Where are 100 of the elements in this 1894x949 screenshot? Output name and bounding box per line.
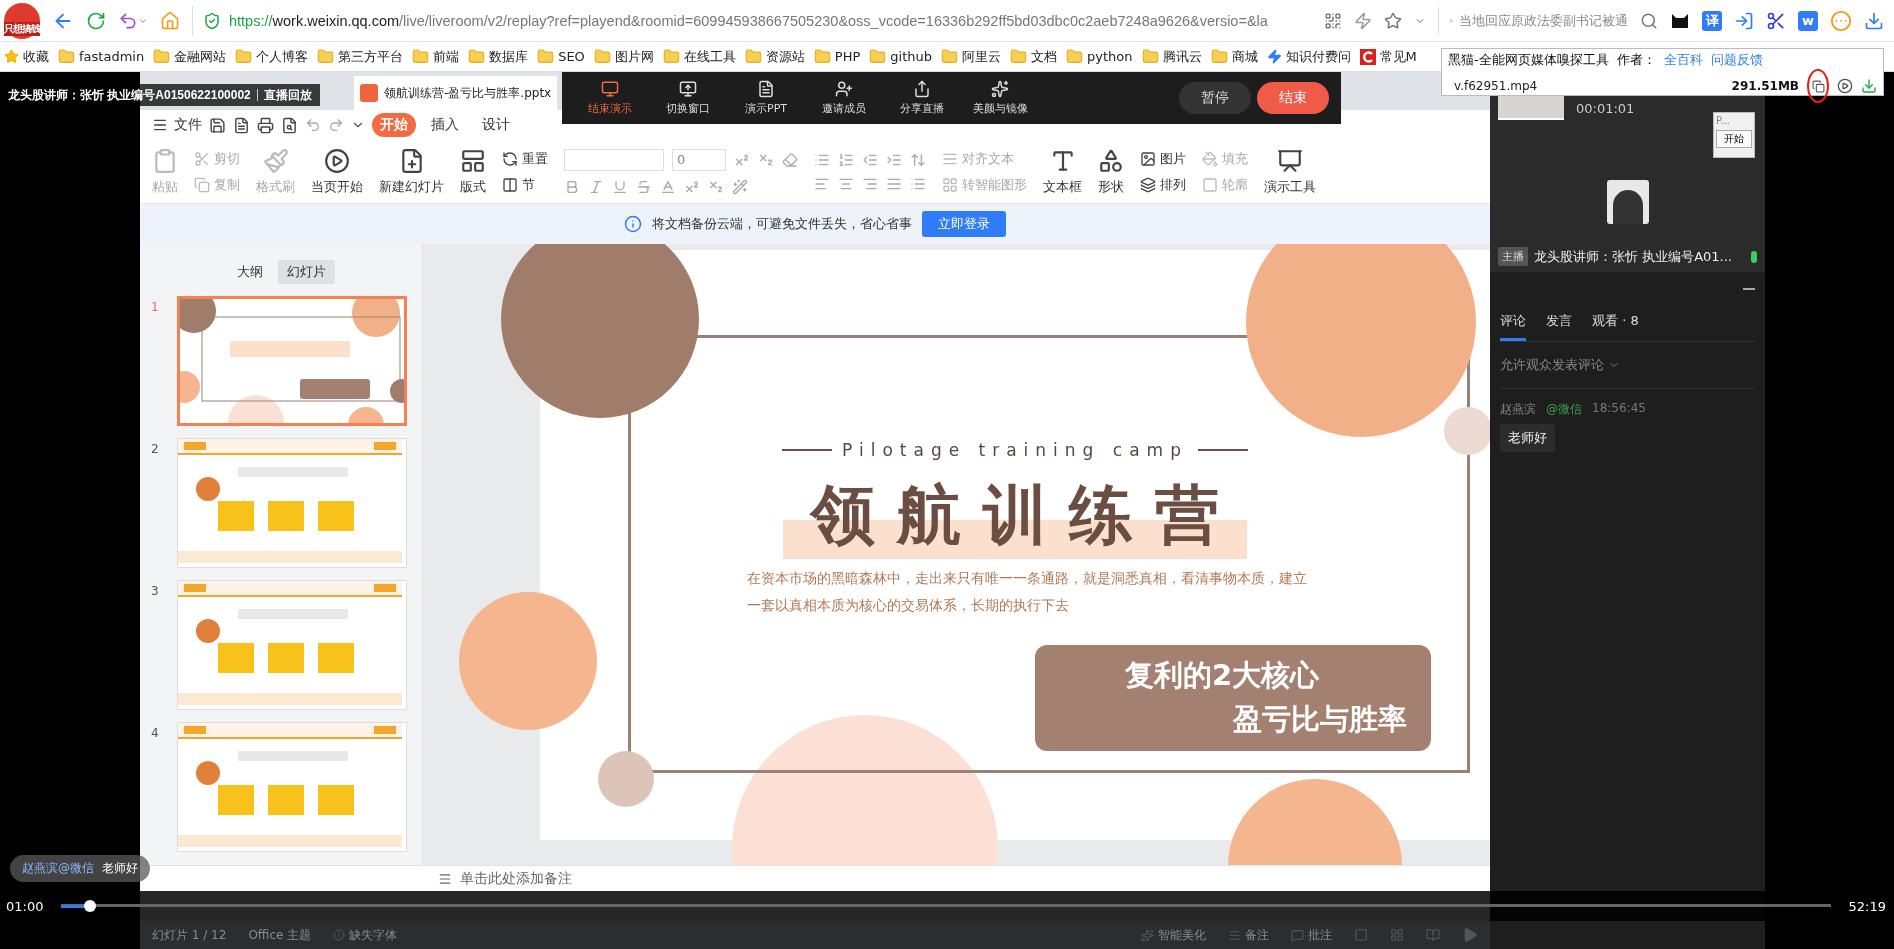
bookmark-link[interactable]: python (1066, 48, 1133, 65)
slide-number: 4 (151, 725, 160, 740)
ribbon-button[interactable]: 图片 (1140, 149, 1186, 168)
lightning-icon (1354, 11, 1372, 30)
pause-button[interactable]: 暂停 (1179, 82, 1251, 114)
ribbon-button[interactable]: 排列 (1140, 175, 1186, 194)
presenter-tool[interactable]: 切换窗口 (652, 80, 724, 116)
permission-dropdown[interactable]: 允许观众发表评论 (1500, 342, 1755, 389)
start-button[interactable]: 开始 (1716, 130, 1752, 148)
popup-link[interactable]: 全百科 (1663, 51, 1703, 69)
folder-icon (58, 48, 75, 65)
ribbon-button[interactable]: 新建幻灯片 (379, 147, 444, 196)
brand-logo-icon (1359, 48, 1376, 65)
ribbon-button[interactable]: 演示工具 (1264, 147, 1316, 196)
paint-bucket-icon (1202, 150, 1218, 167)
bookmark-link[interactable]: fastadmin (58, 48, 145, 65)
ribbon-button[interactable]: 节 (502, 175, 548, 194)
scissors-button[interactable] (1766, 10, 1786, 31)
bookmark-link[interactable]: 前端 (412, 47, 460, 66)
slide-thumbnail[interactable] (177, 296, 407, 426)
font-color-icon (660, 178, 676, 195)
ribbon-button[interactable]: 重置 (502, 149, 548, 168)
comment-icon (1291, 928, 1304, 942)
ribbon-button[interactable]: 文本框 (1043, 147, 1082, 196)
bookmark-link[interactable]: 收藏 (4, 47, 49, 66)
shapes-icon (1098, 147, 1124, 174)
file-name: v.f62951.mp4 (1454, 79, 1538, 93)
bookmark-link[interactable]: 阿里云 (941, 47, 1002, 66)
bookmark-link[interactable]: 第三方平台 (317, 47, 404, 66)
bookmark-link[interactable]: 资源站 (744, 47, 805, 66)
download-button[interactable] (1864, 10, 1884, 31)
translate-button[interactable]: 译 (1702, 10, 1722, 31)
undo-icon (118, 10, 138, 31)
font-name-field[interactable] (564, 148, 664, 171)
comments-button[interactable]: 批注 (1291, 926, 1332, 944)
bookmark-link[interactable]: 文档 (1010, 47, 1058, 66)
bookmark-link[interactable]: 数据库 (468, 47, 529, 66)
bookmark-link[interactable]: 常见M (1359, 47, 1417, 66)
document-button[interactable]: w (1798, 10, 1818, 31)
reload-icon (86, 10, 106, 31)
bookmark-link[interactable]: 金融网站 (153, 47, 227, 66)
missing-font-button[interactable]: 缺失字体 (333, 926, 398, 944)
bookmark-link[interactable]: 知识付费问 (1266, 47, 1351, 66)
bookmark-link[interactable]: SEO (537, 48, 585, 65)
search-field[interactable]: 当地回应原政法委副书记被通 (1438, 6, 1628, 35)
comment-tab[interactable]: 发言 (1546, 312, 1572, 341)
login-button[interactable] (1734, 10, 1754, 31)
bookmark-link[interactable]: 腾讯云 (1141, 47, 1202, 66)
cat-extension-button[interactable] (1670, 11, 1690, 30)
paintbrush-icon (262, 147, 289, 174)
ribbon-button[interactable]: 版式 (460, 147, 486, 196)
ribbon-button[interactable]: 当页开始 (311, 147, 363, 196)
video-preview-thumbnail[interactable] (1498, 96, 1564, 120)
home-button[interactable] (160, 10, 180, 31)
address-field[interactable]: https://work.weixin.qq.com/live/liveroom/v2/replay?ref=playend&roomid=609945938667505230&oss_vcode=16336b292ff5bd03dbc0c2aeb7248a9626&versio=&la (192, 5, 1312, 36)
undo-button[interactable] (118, 10, 148, 31)
folder-icon (941, 48, 959, 65)
ribbon-button[interactable]: 形状 (1098, 147, 1124, 196)
redo-icon (328, 117, 344, 133)
menu-tab[interactable]: 插入 (423, 113, 467, 137)
menu-tab[interactable]: 设计 (474, 113, 518, 137)
mini-window: P... 开始 (1713, 112, 1755, 158)
panel-tab[interactable]: 幻灯片 (277, 260, 335, 284)
image-icon (1140, 150, 1156, 167)
font-size-field[interactable]: 0 (672, 148, 726, 171)
live-mode: 直播回放 (263, 86, 312, 104)
presenter-tool[interactable]: 分享直播 (886, 80, 958, 116)
copy-icon (1811, 79, 1825, 93)
presenter-tool[interactable]: 美颜与镜像 (964, 80, 1036, 116)
presenter-tool[interactable]: 邀请成员 (808, 80, 880, 116)
popup-title: 黑猫-全能网页媒体嗅探工具 (1448, 51, 1609, 69)
more-button[interactable] (1830, 9, 1852, 32)
bookmark-link[interactable]: github (869, 48, 933, 65)
notes-button[interactable]: 备注 (1228, 926, 1269, 944)
layers-icon (1140, 176, 1156, 193)
bookmark-link[interactable]: 商城 (1210, 47, 1258, 66)
qr-code-icon (1324, 11, 1342, 30)
panel-tab[interactable]: 大纲 (227, 260, 272, 284)
folder-icon (869, 48, 887, 65)
beautify-button[interactable]: 智能美化 (1141, 926, 1206, 944)
popup-link[interactable]: 问题反馈 (1710, 51, 1763, 69)
comment-tab[interactable]: 评论 (1500, 312, 1526, 341)
slide-number: 3 (151, 583, 160, 598)
theme-name: Office 主题 (248, 926, 312, 944)
bookmark-link[interactable]: 个人博客 (235, 47, 309, 66)
notes-placeholder[interactable]: 单击此处添加备注 (460, 869, 572, 888)
browser-logo[interactable]: 只想搞钱 (4, 2, 40, 39)
presenter-tool[interactable]: 演示PPT (730, 80, 802, 116)
progress-thumb[interactable] (83, 900, 96, 912)
document-tab[interactable]: 领航训练营-盈亏比与胜率.pptx (354, 76, 558, 110)
bookmark-link[interactable]: 在线工具 (662, 47, 736, 66)
strikethrough-icon (636, 178, 652, 195)
bookmark-link[interactable]: 图片网 (593, 47, 654, 66)
bookmark-link[interactable]: PHP (813, 48, 861, 65)
presenter-tool[interactable]: 结束演示 (574, 80, 646, 116)
menu-icon (152, 117, 168, 133)
file-menu[interactable]: 文件 (152, 116, 202, 134)
reload-button[interactable] (86, 10, 106, 31)
comment-tab[interactable]: 观看 · 8 (1592, 312, 1639, 341)
login-button[interactable]: 立即登录 (922, 211, 1006, 237)
